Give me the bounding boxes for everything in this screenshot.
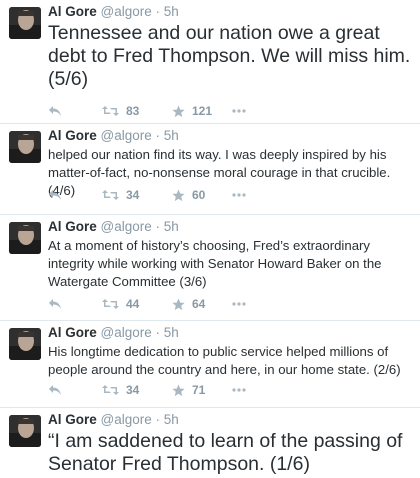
tweet-timestamp[interactable]: 5h (164, 4, 179, 19)
retweet-count: 34 (126, 383, 140, 397)
reply-icon (49, 299, 61, 309)
star-icon (172, 189, 185, 201)
avatar[interactable] (9, 7, 41, 39)
avatar[interactable] (9, 222, 41, 254)
tweet-header: Al Gore @algore · 5h (48, 218, 414, 236)
favorite-count: 60 (192, 188, 206, 202)
author-handle[interactable]: @algore (101, 128, 152, 143)
tweet-3-of-6[interactable]: Al Gore @algore · 5h At a moment of hist… (0, 215, 420, 321)
tweet-actions: 34 71 (48, 382, 246, 398)
separator-dot: · (155, 219, 161, 234)
tweet-text: His longtime dedication to public servic… (48, 344, 401, 377)
avatar[interactable] (9, 131, 41, 163)
star-icon (172, 298, 185, 310)
author-handle[interactable]: @algore (101, 325, 152, 340)
favorite-count: 71 (192, 383, 206, 397)
tweet-actions: 83 121 (48, 103, 246, 119)
tweet-1-of-6[interactable]: Al Gore @algore · 5h “I am saddened to l… (0, 408, 420, 478)
reply-icon (49, 106, 61, 116)
retweet-count: 44 (126, 297, 140, 311)
tweet-timestamp[interactable]: 5h (164, 128, 179, 143)
author-handle[interactable]: @algore (101, 4, 152, 19)
author-name[interactable]: Al Gore (48, 325, 97, 340)
favorite-button[interactable]: 64 (172, 297, 232, 311)
separator-dot: · (155, 412, 161, 427)
more-button[interactable] (232, 388, 246, 392)
author-name[interactable]: Al Gore (48, 219, 97, 234)
more-button[interactable] (232, 109, 246, 113)
more-button[interactable] (232, 193, 246, 197)
separator-dot: · (155, 4, 161, 19)
star-icon (172, 105, 185, 117)
tweet-text: “I am saddened to learn of the passing o… (48, 430, 403, 475)
retweet-count: 83 (126, 104, 140, 118)
tweet-5-of-6[interactable]: Al Gore @algore · 5h Tennessee and our n… (0, 0, 420, 124)
retweet-icon (102, 190, 119, 200)
tweet-actions: 44 64 (48, 296, 246, 312)
retweet-icon (102, 385, 119, 395)
tweet-2-of-6[interactable]: Al Gore @algore · 5h His longtime dedica… (0, 321, 420, 408)
reply-icon (49, 385, 61, 395)
reply-icon (49, 190, 61, 200)
tweet-4-of-6[interactable]: Al Gore @algore · 5h helped our nation f… (0, 124, 420, 215)
reply-button[interactable] (48, 105, 102, 117)
tweet-text: At a moment of history’s choosing, Fred’… (48, 238, 382, 289)
reply-button[interactable] (48, 384, 102, 396)
favorite-button[interactable]: 121 (172, 104, 232, 118)
more-dots-icon (232, 388, 246, 392)
reply-button[interactable] (48, 298, 102, 310)
author-name[interactable]: Al Gore (48, 128, 97, 143)
separator-dot: · (155, 325, 161, 340)
author-name[interactable]: Al Gore (48, 4, 97, 19)
tweet-header: Al Gore @algore · 5h (48, 127, 414, 145)
favorite-button[interactable]: 71 (172, 383, 232, 397)
retweet-button[interactable]: 83 (102, 104, 172, 118)
more-dots-icon (232, 109, 246, 113)
tweet-header: Al Gore @algore · 5h (48, 324, 414, 342)
author-handle[interactable]: @algore (101, 219, 152, 234)
retweet-icon (102, 299, 119, 309)
more-dots-icon (232, 193, 246, 197)
tweet-timestamp[interactable]: 5h (164, 412, 179, 427)
favorite-count: 121 (192, 104, 213, 118)
tweet-timestamp[interactable]: 5h (164, 219, 179, 234)
retweet-count: 34 (126, 188, 140, 202)
favorite-button[interactable]: 60 (172, 188, 232, 202)
retweet-button[interactable]: 34 (102, 188, 172, 202)
favorite-count: 64 (192, 297, 206, 311)
retweet-icon (102, 106, 119, 116)
tweet-text: Tennessee and our nation owe a great deb… (48, 22, 411, 90)
tweet-timestamp[interactable]: 5h (164, 325, 179, 340)
more-dots-icon (232, 302, 246, 306)
tweet-actions: 34 60 (48, 187, 246, 203)
retweet-button[interactable]: 34 (102, 383, 172, 397)
reply-button[interactable] (48, 189, 102, 201)
tweet-header: Al Gore @algore · 5h (48, 411, 414, 429)
separator-dot: · (155, 128, 161, 143)
avatar[interactable] (9, 415, 41, 447)
author-handle[interactable]: @algore (101, 412, 152, 427)
author-name[interactable]: Al Gore (48, 412, 97, 427)
tweet-header: Al Gore @algore · 5h (48, 3, 414, 21)
avatar[interactable] (9, 328, 41, 360)
star-icon (172, 384, 185, 396)
more-button[interactable] (232, 302, 246, 306)
retweet-button[interactable]: 44 (102, 297, 172, 311)
